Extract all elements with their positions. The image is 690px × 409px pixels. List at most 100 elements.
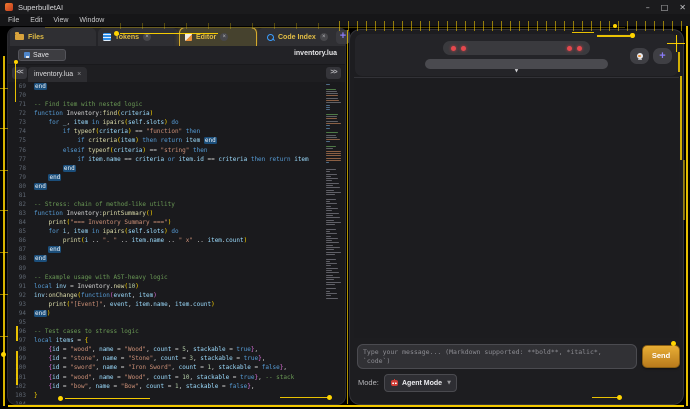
- mode-select[interactable]: Agent Mode ▼: [384, 374, 457, 392]
- line-number[interactable]: 97: [8, 336, 26, 345]
- line-number[interactable]: 86: [8, 236, 26, 245]
- line-number[interactable]: 81: [8, 191, 26, 200]
- line-number[interactable]: 83: [8, 209, 26, 218]
- code-line[interactable]: 93 print("[Event]", event, item.name, it…: [8, 300, 345, 309]
- code-line[interactable]: 71-- Find item with nested logic: [8, 100, 345, 109]
- menu-edit[interactable]: Edit: [30, 17, 42, 24]
- header-dropdown[interactable]: ▼: [425, 59, 608, 69]
- code-line[interactable]: 102 {id = "bow", name = "Bow", count = 1…: [8, 382, 345, 391]
- code-line[interactable]: 69end: [8, 82, 345, 91]
- minimize-button[interactable]: –: [646, 3, 650, 12]
- add-tab-button[interactable]: +: [336, 30, 350, 44]
- line-number[interactable]: 74: [8, 127, 26, 136]
- menu-window[interactable]: Window: [79, 17, 104, 24]
- line-number[interactable]: 93: [8, 300, 26, 309]
- code-line[interactable]: 91local inv = Inventory.new(10): [8, 282, 345, 291]
- line-number[interactable]: 77: [8, 155, 26, 164]
- line-number[interactable]: 87: [8, 245, 26, 254]
- line-number[interactable]: 79: [8, 173, 26, 182]
- code-editor[interactable]: 69end7071-- Find item with nested logic7…: [8, 82, 345, 404]
- code-line[interactable]: 84 print("=== Inventory Summary ==="): [8, 218, 345, 227]
- code-line[interactable]: 76 elseif typeof(criteria) == "string" t…: [8, 146, 345, 155]
- line-number[interactable]: 89: [8, 264, 26, 273]
- code-line[interactable]: 70: [8, 91, 345, 100]
- tab-tokens[interactable]: Tokens ×: [98, 28, 178, 46]
- code-line[interactable]: 74 if typeof(criteria) == "function" the…: [8, 127, 345, 136]
- maximize-button[interactable]: □: [661, 3, 669, 12]
- code-line[interactable]: 75 if criteria(item) then return item en…: [8, 136, 345, 145]
- code-line[interactable]: 73 for _, item in ipairs(self.slots) do: [8, 118, 345, 127]
- tab-editor[interactable]: Editor ×: [180, 28, 256, 46]
- line-number[interactable]: 92: [8, 291, 26, 300]
- code-line[interactable]: 104: [8, 400, 345, 404]
- code-line[interactable]: 82-- Stress: chain of method-like utilit…: [8, 200, 345, 209]
- line-number[interactable]: 101: [8, 373, 26, 382]
- code-line[interactable]: 86 print(i .. ". " .. item.name .. " x" …: [8, 236, 345, 245]
- add-button[interactable]: +: [653, 48, 672, 64]
- send-button[interactable]: Send: [642, 345, 680, 368]
- line-number[interactable]: 99: [8, 354, 26, 363]
- close-icon[interactable]: ×: [77, 71, 81, 78]
- code-line[interactable]: 103}: [8, 391, 345, 400]
- menu-view[interactable]: View: [53, 17, 68, 24]
- line-number[interactable]: 102: [8, 382, 26, 391]
- line-number[interactable]: 84: [8, 218, 26, 227]
- line-number[interactable]: 69: [8, 82, 26, 91]
- code-line[interactable]: 98 {id = "wood", name = "Wood", count = …: [8, 345, 345, 354]
- code-line[interactable]: 78 end: [8, 164, 345, 173]
- line-number[interactable]: 96: [8, 327, 26, 336]
- line-number[interactable]: 94: [8, 309, 26, 318]
- code-line[interactable]: 90-- Example usage with AST-heavy logic: [8, 273, 345, 282]
- line-number[interactable]: 72: [8, 109, 26, 118]
- status-pill[interactable]: [443, 41, 590, 55]
- line-number[interactable]: 91: [8, 282, 26, 291]
- code-line[interactable]: 79 end: [8, 173, 345, 182]
- line-number[interactable]: 78: [8, 164, 26, 173]
- line-number[interactable]: 80: [8, 182, 26, 191]
- camera-button[interactable]: [630, 48, 649, 64]
- code-line[interactable]: 94end): [8, 309, 345, 318]
- tab-files[interactable]: Files: [10, 28, 96, 46]
- code-line[interactable]: 99 {id = "stone", name = "Stone", count …: [8, 354, 345, 363]
- line-number[interactable]: 73: [8, 118, 26, 127]
- code-line[interactable]: 88end: [8, 254, 345, 263]
- code-line[interactable]: 89: [8, 264, 345, 273]
- tab-code-index[interactable]: Code Index ×: [262, 28, 346, 46]
- code-line[interactable]: 95: [8, 318, 345, 327]
- menu-file[interactable]: File: [8, 17, 19, 24]
- message-input[interactable]: [357, 344, 637, 369]
- code-line[interactable]: 72function Inventory:find(criteria): [8, 109, 345, 118]
- code-line[interactable]: 92inv:onChange(function(event, item): [8, 291, 345, 300]
- code-line[interactable]: 80end: [8, 182, 345, 191]
- close-icon[interactable]: ×: [220, 33, 228, 41]
- close-button[interactable]: ✕: [679, 3, 686, 12]
- code-line[interactable]: 97local items = {: [8, 336, 345, 345]
- line-number[interactable]: 75: [8, 136, 26, 145]
- scroll-right-button[interactable]: >>: [326, 67, 341, 79]
- line-number[interactable]: 76: [8, 146, 26, 155]
- line-number[interactable]: 100: [8, 363, 26, 372]
- line-number[interactable]: 90: [8, 273, 26, 282]
- code-line[interactable]: 101 {id = "wood", name = "Wood", count =…: [8, 373, 345, 382]
- close-icon[interactable]: ×: [143, 33, 151, 41]
- line-number[interactable]: 95: [8, 318, 26, 327]
- code-line[interactable]: 96-- Test cases to stress logic: [8, 327, 345, 336]
- line-number[interactable]: 98: [8, 345, 26, 354]
- code-line[interactable]: 87 end: [8, 245, 345, 254]
- line-number[interactable]: 82: [8, 200, 26, 209]
- minimap[interactable]: [326, 84, 342, 300]
- line-number[interactable]: 103: [8, 391, 26, 400]
- code-line[interactable]: 77 if item.name == criteria or item.id =…: [8, 155, 345, 164]
- save-button[interactable]: Save: [18, 49, 66, 61]
- code-line[interactable]: 100 {id = "sword", name = "Iron Sword", …: [8, 363, 345, 372]
- line-number[interactable]: 104: [8, 400, 26, 404]
- close-icon[interactable]: ×: [320, 33, 328, 41]
- code-line[interactable]: 81: [8, 191, 345, 200]
- scroll-left-button[interactable]: <<: [12, 67, 27, 79]
- file-tab-inventory[interactable]: inventory.lua ×: [28, 67, 87, 82]
- line-number[interactable]: 70: [8, 91, 26, 100]
- line-number[interactable]: 71: [8, 100, 26, 109]
- code-line[interactable]: 83function Inventory:printSummary(): [8, 209, 345, 218]
- code-line[interactable]: 85 for i, item in ipairs(self.slots) do: [8, 227, 345, 236]
- line-number[interactable]: 85: [8, 227, 26, 236]
